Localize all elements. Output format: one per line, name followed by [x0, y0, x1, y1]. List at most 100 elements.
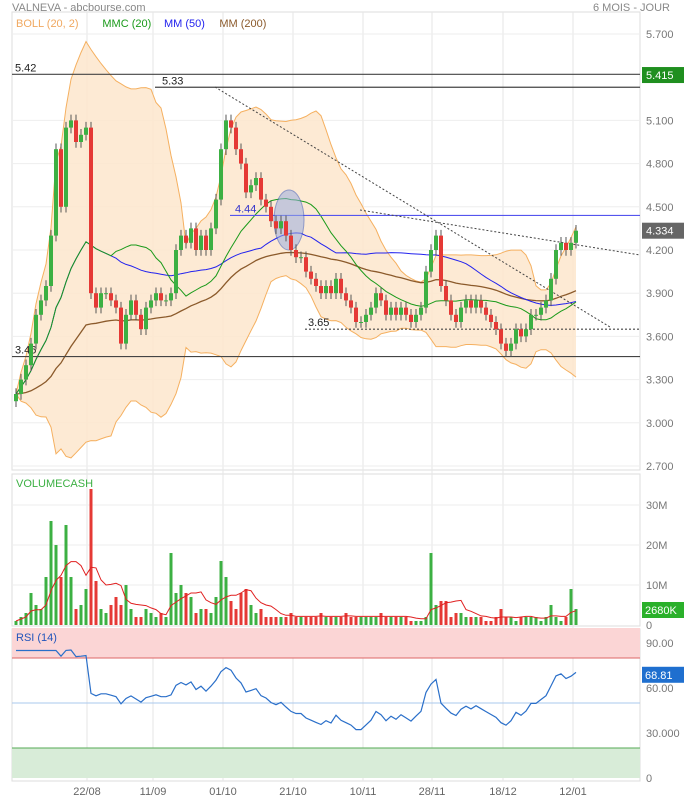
candle-body — [539, 307, 543, 315]
candle-body — [174, 250, 178, 294]
volume-bar — [324, 617, 328, 625]
volume-bar — [229, 601, 233, 625]
price-tick-label: 5.700 — [646, 29, 674, 41]
volume-bar — [459, 613, 463, 625]
candle-body — [464, 300, 468, 308]
candle-body — [49, 235, 53, 286]
volume-bar — [184, 593, 188, 625]
volume-tick-label: 0 — [646, 620, 652, 632]
candle-body — [544, 300, 548, 308]
chart-container: VALNEVA - abcbourse.com 6 MOIS - JOUR 22… — [0, 0, 684, 800]
candle-body — [44, 286, 48, 301]
volume-bar — [569, 589, 573, 625]
volume-bar — [484, 621, 488, 625]
legend-item: MM (200) — [219, 18, 266, 30]
volume-bar — [29, 593, 33, 625]
volume-bar — [94, 581, 98, 625]
candle-body — [434, 235, 438, 250]
volume-bar — [359, 617, 363, 625]
candle-body — [254, 178, 258, 186]
volume-bar — [394, 617, 398, 625]
candle-body — [24, 365, 28, 380]
volume-bar — [59, 577, 63, 625]
volume-bar — [559, 621, 563, 625]
volume-bar — [329, 617, 333, 625]
candle-body — [474, 300, 478, 308]
legend-item: MMC (20) — [102, 18, 151, 30]
volume-bar — [114, 597, 118, 625]
candle-body — [124, 314, 128, 344]
volume-bar — [454, 613, 458, 625]
candle-body — [274, 221, 278, 229]
candle-body — [479, 300, 483, 308]
volume-bar — [259, 609, 263, 625]
candle-body — [504, 343, 508, 351]
candle-body — [294, 250, 298, 258]
candle-body — [119, 307, 123, 344]
volume-bar — [299, 617, 303, 625]
candle-body — [204, 235, 208, 250]
volume-bar — [539, 621, 543, 625]
x-tick-label: 21/10 — [279, 786, 307, 798]
candle-body — [514, 329, 518, 344]
volume-bar — [469, 617, 473, 625]
volume-bar — [119, 605, 123, 625]
volume-bar — [134, 617, 138, 625]
candle-body — [399, 307, 403, 315]
volume-bar — [79, 605, 83, 625]
volume-bar — [249, 605, 253, 625]
volume-bar — [49, 521, 53, 625]
candle-body — [404, 307, 408, 315]
volume-bar — [564, 617, 568, 625]
volume-bar — [549, 605, 553, 625]
volume-bar — [504, 617, 508, 625]
candle-body — [429, 250, 433, 272]
candle-body — [259, 178, 263, 200]
candle-body — [164, 300, 168, 302]
x-tick-label: 18/12 — [489, 786, 517, 798]
volume-bar — [379, 613, 383, 625]
volume-bar — [514, 621, 518, 625]
volume-tick-label: 20M — [646, 540, 667, 552]
volume-bar — [14, 621, 18, 625]
volume-bar — [169, 553, 173, 625]
volume-bar — [174, 593, 178, 625]
volume-bar — [194, 613, 198, 625]
rsi-tick-label: 0 — [646, 773, 652, 785]
candle-body — [19, 379, 23, 394]
candle-body — [469, 300, 473, 308]
candle-body — [439, 235, 443, 286]
rsi-tick-label: 60.00 — [646, 683, 674, 695]
candle-body — [229, 120, 233, 128]
candle-body — [289, 235, 293, 250]
volume-bar — [69, 577, 73, 625]
price-tick-label: 4.500 — [646, 202, 674, 214]
candle-body — [284, 221, 288, 236]
legend-item: MM (50) — [164, 18, 205, 30]
candle-body — [449, 300, 453, 315]
volume-bar — [139, 617, 143, 625]
level-label: 3.46 — [15, 345, 36, 357]
candle-body — [279, 221, 283, 229]
level-label: 5.42 — [15, 62, 36, 74]
candle-body — [214, 199, 218, 229]
rsi-tick-label: 30.000 — [646, 728, 680, 740]
volume-bar — [124, 585, 128, 625]
candle-body — [344, 293, 348, 301]
candle-body — [529, 314, 533, 330]
rsi-tick-label: 90.00 — [646, 638, 674, 650]
volume-bar — [24, 613, 28, 625]
candle-body — [139, 314, 143, 330]
volume-bar — [419, 621, 423, 625]
price-tick-label: 3.600 — [646, 331, 674, 343]
volume-bar — [159, 613, 163, 625]
volume-bar — [39, 609, 43, 625]
price-tick-label: 2.700 — [646, 461, 674, 473]
candle-body — [34, 314, 38, 344]
rsi-oversold-zone — [12, 748, 640, 778]
volume-bar — [519, 617, 523, 625]
candle-body — [499, 329, 503, 344]
x-tick-label: 28/11 — [419, 786, 446, 798]
candle-body — [189, 228, 193, 243]
volume-bar — [334, 617, 338, 625]
